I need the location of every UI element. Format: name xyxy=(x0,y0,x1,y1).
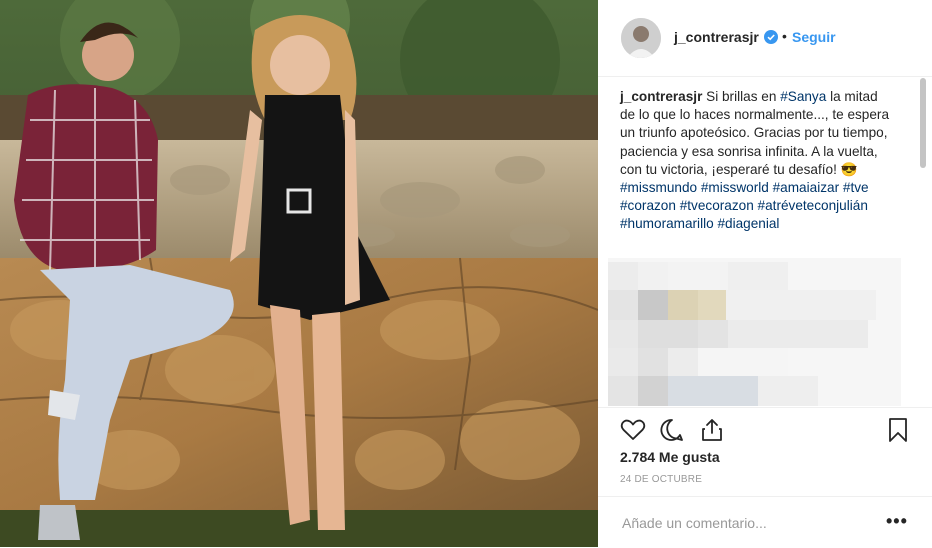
follow-button[interactable]: Seguir xyxy=(792,29,836,45)
comment-icon[interactable] xyxy=(658,416,686,444)
hashtag-link[interactable]: #missworld xyxy=(701,180,769,195)
caption-scrollbar[interactable] xyxy=(920,78,926,168)
hashtag-link[interactable]: #tve xyxy=(843,180,869,195)
bookmark-icon[interactable] xyxy=(884,416,912,444)
hashtag-link[interactable]: #Sanya xyxy=(780,89,826,104)
hashtag-link[interactable]: #atrévetecon​julián xyxy=(758,198,868,213)
comment-bar: ••• xyxy=(598,496,932,548)
avatar[interactable] xyxy=(621,18,661,58)
post-caption: j_contrerasjr Si brillas en #Sanya la mi… xyxy=(620,88,896,234)
more-options-icon[interactable]: ••• xyxy=(886,511,908,532)
hashtag-link[interactable]: #humoramarillo xyxy=(620,216,714,231)
blurred-comments xyxy=(608,258,901,406)
post-photo[interactable] xyxy=(0,0,598,547)
heart-icon[interactable] xyxy=(619,416,647,444)
username-link[interactable]: j_contrerasjr xyxy=(674,29,759,45)
separator-dot: • xyxy=(782,28,787,44)
caption-username-link[interactable]: j_contrerasjr xyxy=(620,89,702,104)
post-header: j_contrerasjr • Seguir xyxy=(598,0,932,77)
verified-badge-icon xyxy=(764,30,778,44)
hashtag-link[interactable]: #corazon xyxy=(620,198,676,213)
post-actions xyxy=(598,407,932,452)
hashtag-link[interactable]: #tvecorazon xyxy=(680,198,754,213)
post-date[interactable]: 24 DE OCTUBRE xyxy=(620,474,702,485)
likes-count[interactable]: 2.784 Me gusta xyxy=(620,449,720,465)
post-photo-illustration xyxy=(0,0,598,547)
share-icon[interactable] xyxy=(698,416,726,444)
hashtag-link[interactable]: #missmundo xyxy=(620,180,697,195)
post-side-panel: j_contrerasjr • Seguir j_contrerasjr Si … xyxy=(598,0,932,547)
caption-text-1: Si brillas en xyxy=(702,89,781,104)
hashtag-link[interactable]: #amaiaizar xyxy=(773,180,840,195)
comment-input[interactable] xyxy=(620,512,884,534)
hashtag-link[interactable]: #diagenial xyxy=(717,216,779,231)
